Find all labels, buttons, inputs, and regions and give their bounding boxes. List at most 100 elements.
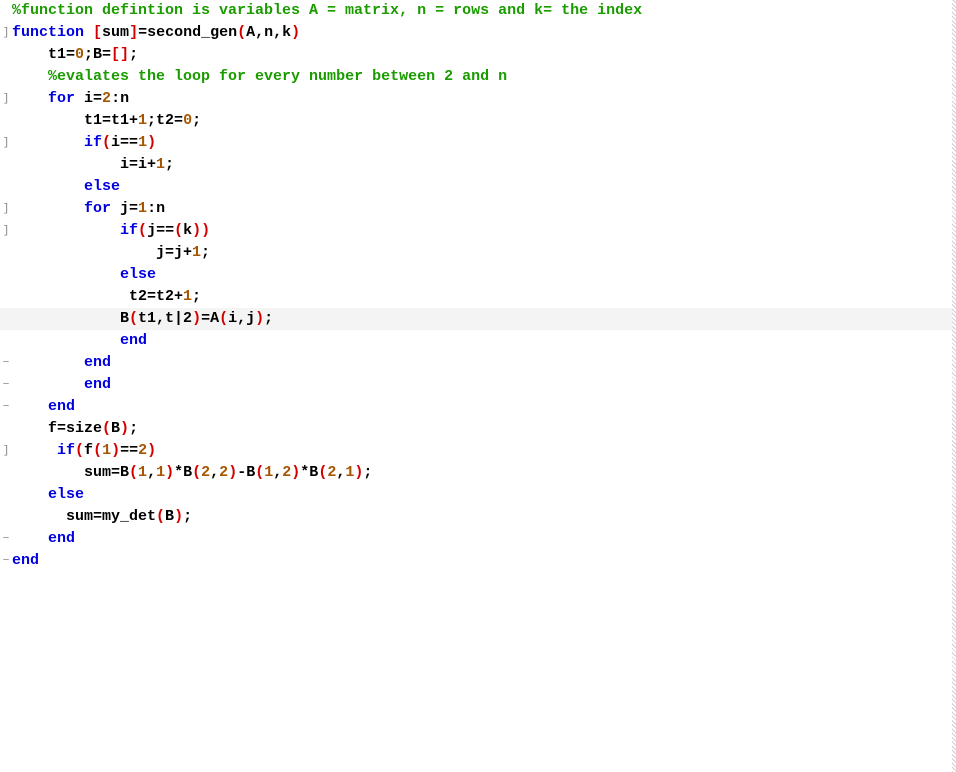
token: 1 bbox=[138, 200, 147, 217]
code-text[interactable]: B(t1,t|2)=A(i,j); bbox=[12, 308, 956, 330]
code-text[interactable]: %function defintion is variables A = mat… bbox=[12, 0, 956, 22]
token: [ bbox=[93, 24, 102, 41]
token: , bbox=[273, 464, 282, 481]
code-line[interactable]: t1=0;B=[]; bbox=[0, 44, 956, 66]
token bbox=[12, 200, 84, 217]
code-text[interactable]: %evalates the loop for every number betw… bbox=[12, 66, 956, 88]
fold-gutter-icon[interactable]: − bbox=[0, 550, 12, 572]
fold-gutter-icon[interactable]: ] bbox=[0, 220, 12, 242]
token: ( bbox=[192, 464, 201, 481]
code-editor[interactable]: %function defintion is variables A = mat… bbox=[0, 0, 956, 772]
code-text[interactable]: end bbox=[12, 550, 956, 572]
token: t2=t2+ bbox=[12, 288, 183, 305]
code-text[interactable]: t1=0;B=[]; bbox=[12, 44, 956, 66]
code-text[interactable]: sum=my_det(B); bbox=[12, 506, 956, 528]
token: 1 bbox=[156, 464, 165, 481]
token: ( bbox=[75, 442, 84, 459]
code-text[interactable]: if(j==(k)) bbox=[12, 220, 956, 242]
code-line[interactable]: − end bbox=[0, 352, 956, 374]
token: ) bbox=[291, 464, 300, 481]
code-text[interactable]: if(f(1)==2) bbox=[12, 440, 956, 462]
code-text[interactable]: j=j+1; bbox=[12, 242, 956, 264]
code-line[interactable]: %function defintion is variables A = mat… bbox=[0, 0, 956, 22]
code-text[interactable]: for i=2:n bbox=[12, 88, 956, 110]
code-text[interactable]: end bbox=[12, 352, 956, 374]
code-line[interactable]: B(t1,t|2)=A(i,j); bbox=[0, 308, 956, 330]
code-line[interactable]: ] if(f(1)==2) bbox=[0, 440, 956, 462]
code-line[interactable]: i=i+1; bbox=[0, 154, 956, 176]
code-line[interactable]: end bbox=[0, 330, 956, 352]
token: ( bbox=[138, 222, 147, 239]
token: , bbox=[336, 464, 345, 481]
code-line[interactable]: else bbox=[0, 264, 956, 286]
code-line[interactable]: ] if(j==(k)) bbox=[0, 220, 956, 242]
code-line[interactable]: − end bbox=[0, 374, 956, 396]
fold-gutter-icon[interactable]: − bbox=[0, 528, 12, 550]
token: t1,t|2 bbox=[138, 310, 192, 327]
token: 0 bbox=[75, 46, 84, 63]
fold-gutter-icon[interactable]: ] bbox=[0, 132, 12, 154]
code-text[interactable]: else bbox=[12, 264, 956, 286]
token: :n bbox=[147, 200, 165, 217]
code-line[interactable]: t2=t2+1; bbox=[0, 286, 956, 308]
token: if bbox=[84, 134, 102, 151]
code-line[interactable]: ] for i=2:n bbox=[0, 88, 956, 110]
code-line[interactable]: − end bbox=[0, 396, 956, 418]
code-text[interactable]: end bbox=[12, 330, 956, 352]
code-line[interactable]: j=j+1; bbox=[0, 242, 956, 264]
code-text[interactable]: f=size(B); bbox=[12, 418, 956, 440]
code-text[interactable]: if(i==1) bbox=[12, 132, 956, 154]
token: 2 bbox=[219, 464, 228, 481]
token: ) bbox=[165, 464, 174, 481]
token: sum=my_det bbox=[12, 508, 156, 525]
code-text[interactable]: end bbox=[12, 396, 956, 418]
code-line[interactable]: ] if(i==1) bbox=[0, 132, 956, 154]
code-line[interactable]: else bbox=[0, 176, 956, 198]
fold-gutter-icon[interactable]: − bbox=[0, 396, 12, 418]
code-line[interactable]: − end bbox=[0, 528, 956, 550]
token: function bbox=[12, 24, 84, 41]
code-text[interactable]: t2=t2+1; bbox=[12, 286, 956, 308]
code-text[interactable]: t1=t1+1;t2=0; bbox=[12, 110, 956, 132]
token: sum=B bbox=[12, 464, 129, 481]
code-line[interactable]: ] for j=1:n bbox=[0, 198, 956, 220]
token: ( bbox=[237, 24, 246, 41]
fold-gutter-icon[interactable]: ] bbox=[0, 440, 12, 462]
token bbox=[12, 332, 120, 349]
code-text[interactable]: sum=B(1,1)*B(2,2)-B(1,2)*B(2,1); bbox=[12, 462, 956, 484]
token: ; bbox=[363, 464, 372, 481]
fold-gutter-icon[interactable]: − bbox=[0, 374, 12, 396]
code-text[interactable]: end bbox=[12, 528, 956, 550]
token: ( bbox=[156, 508, 165, 525]
code-area[interactable]: %function defintion is variables A = mat… bbox=[0, 0, 956, 772]
token: ( bbox=[255, 464, 264, 481]
code-line[interactable]: sum=my_det(B); bbox=[0, 506, 956, 528]
token: ) bbox=[120, 420, 129, 437]
token: ] bbox=[129, 24, 138, 41]
code-text[interactable]: function [sum]=second_gen(A,n,k) bbox=[12, 22, 956, 44]
token bbox=[12, 530, 48, 547]
fold-gutter-icon[interactable]: − bbox=[0, 352, 12, 374]
code-text[interactable]: end bbox=[12, 374, 956, 396]
code-line[interactable]: −end bbox=[0, 550, 956, 572]
code-line[interactable]: sum=B(1,1)*B(2,2)-B(1,2)*B(2,1); bbox=[0, 462, 956, 484]
token: ; bbox=[165, 156, 174, 173]
code-line[interactable]: t1=t1+1;t2=0; bbox=[0, 110, 956, 132]
token: 0 bbox=[183, 112, 192, 129]
code-line[interactable]: ]function [sum]=second_gen(A,n,k) bbox=[0, 22, 956, 44]
fold-gutter-icon[interactable]: ] bbox=[0, 22, 12, 44]
token: t1=t1+ bbox=[12, 112, 138, 129]
code-text[interactable]: for j=1:n bbox=[12, 198, 956, 220]
fold-gutter-icon[interactable]: ] bbox=[0, 88, 12, 110]
token: i= bbox=[75, 90, 102, 107]
token: 1 bbox=[156, 156, 165, 173]
code-text[interactable]: else bbox=[12, 484, 956, 506]
token bbox=[12, 486, 48, 503]
code-line[interactable]: f=size(B); bbox=[0, 418, 956, 440]
code-text[interactable]: i=i+1; bbox=[12, 154, 956, 176]
code-text[interactable]: else bbox=[12, 176, 956, 198]
fold-gutter-icon[interactable]: ] bbox=[0, 198, 12, 220]
code-line[interactable]: %evalates the loop for every number betw… bbox=[0, 66, 956, 88]
code-line[interactable]: else bbox=[0, 484, 956, 506]
token: ( bbox=[129, 464, 138, 481]
